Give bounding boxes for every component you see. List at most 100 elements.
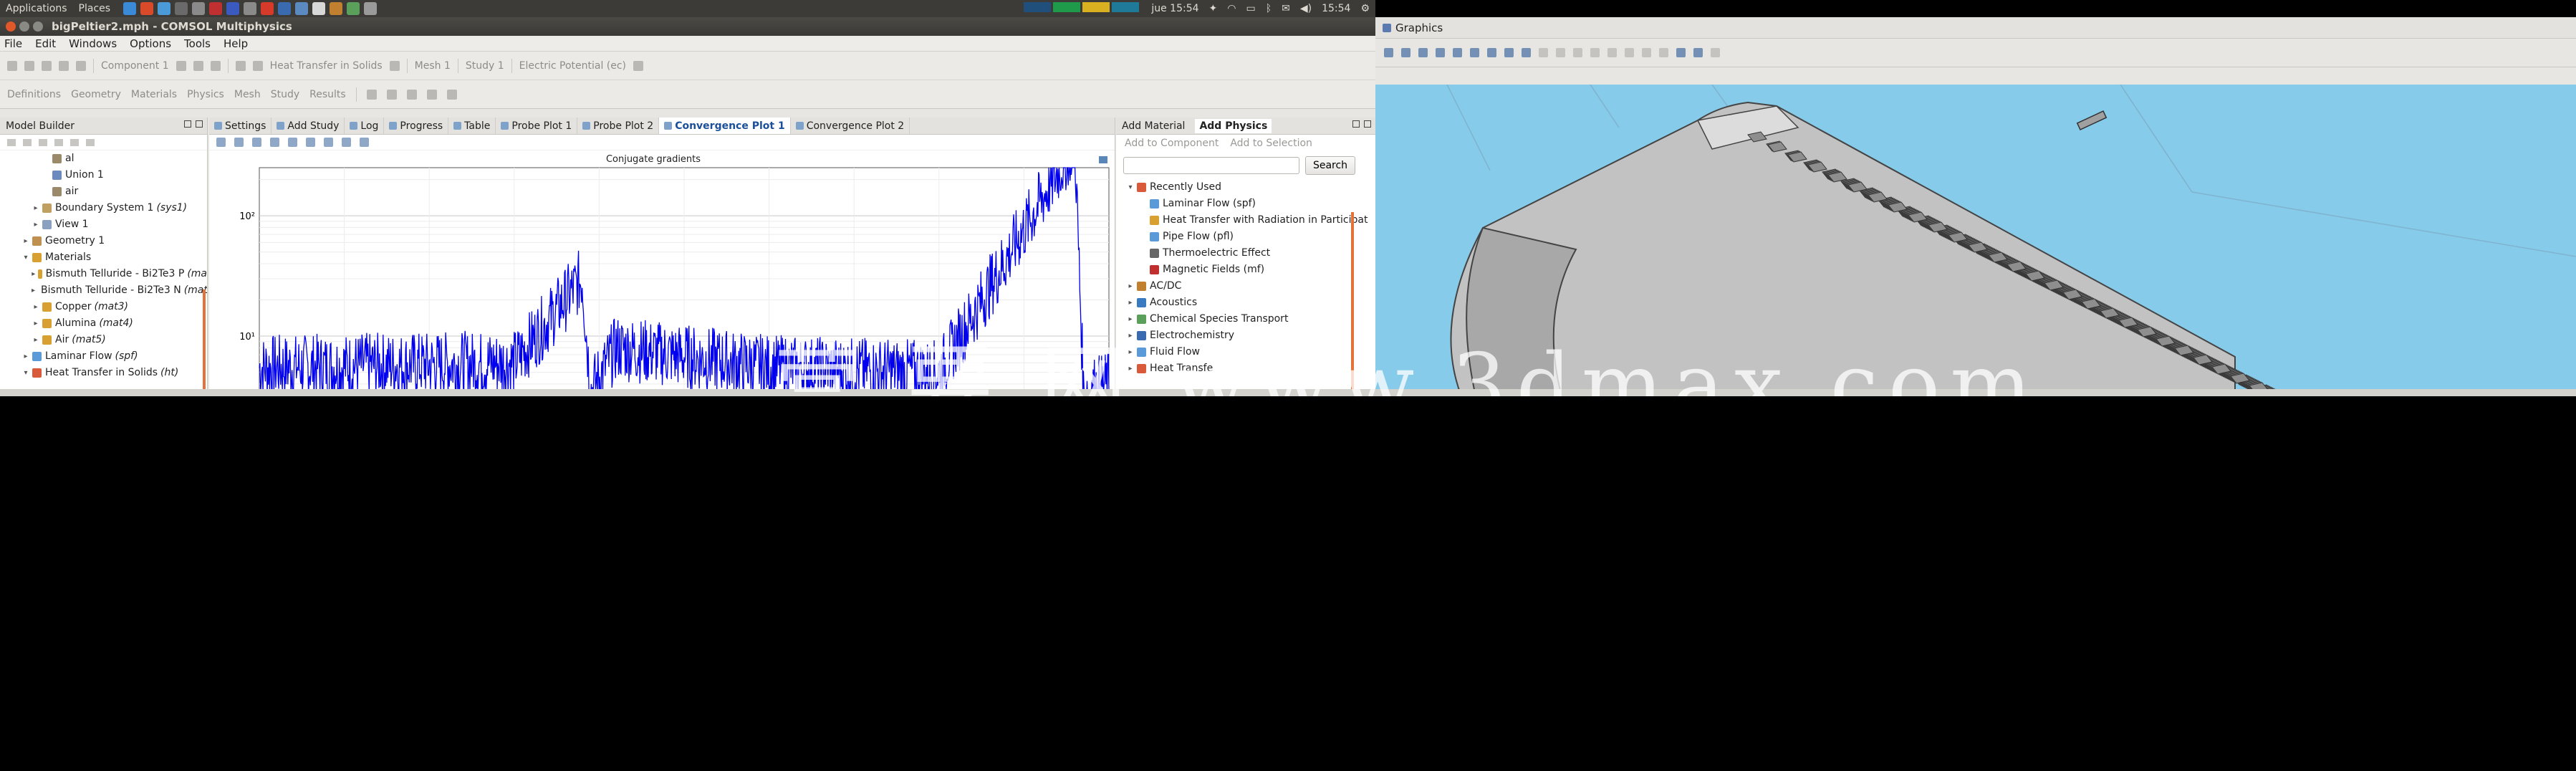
tab-convergence-plot-2[interactable]: Convergence Plot 2 — [791, 118, 910, 134]
clear-selection-icon[interactable] — [1573, 48, 1582, 57]
tree-toggle-icon[interactable]: ▸ — [32, 216, 40, 233]
zoom-box-icon[interactable] — [1418, 48, 1428, 57]
physics-search-input[interactable] — [1123, 157, 1299, 174]
pdf-icon[interactable] — [209, 2, 223, 15]
menu-help[interactable]: Help — [224, 37, 248, 50]
collapse-icon[interactable] — [54, 138, 63, 146]
mail-icon[interactable]: ✉ — [1282, 3, 1290, 14]
wifi-icon[interactable]: ◠ — [1227, 3, 1236, 14]
plot-icon[interactable] — [406, 89, 417, 100]
tree-node[interactable]: ▸ Geometry 1 — [0, 233, 207, 249]
print-icon[interactable] — [342, 138, 351, 147]
editor-icon[interactable] — [226, 2, 240, 15]
tree-node[interactable]: ▸ View 1 — [0, 216, 207, 233]
new-icon[interactable] — [7, 60, 17, 71]
zoom-in-icon[interactable] — [1384, 48, 1393, 57]
tree-toggle-icon[interactable]: ▾ — [1126, 179, 1135, 196]
undo-icon[interactable] — [59, 60, 69, 71]
physics-tree-item[interactable]: Heat Transfer with Radiation in Particip… — [1126, 212, 1375, 229]
matlab-icon[interactable] — [295, 2, 309, 15]
clock[interactable]: 15:54 — [1322, 3, 1350, 14]
tab-settings[interactable]: Settings — [209, 118, 272, 134]
build-icon[interactable] — [366, 89, 377, 100]
physics-tree-item[interactable]: ▸ AC/DC — [1126, 278, 1375, 294]
mesh-dropdown[interactable]: Mesh 1 — [415, 60, 451, 72]
transparency-icon[interactable] — [1642, 48, 1651, 57]
filter-icon[interactable] — [39, 138, 47, 146]
export-icon[interactable] — [360, 138, 369, 147]
definitions-icon[interactable] — [193, 60, 203, 71]
add-to-selection-button[interactable]: Add to Selection — [1230, 138, 1312, 149]
grid-icon[interactable] — [288, 138, 297, 147]
tree-toggle-icon[interactable]: ▸ — [32, 332, 40, 348]
files-icon[interactable] — [192, 2, 206, 15]
menu-file[interactable]: File — [4, 37, 22, 50]
terminal-icon[interactable] — [175, 2, 188, 15]
mesh-icon[interactable] — [1659, 48, 1668, 57]
zoom-selected-icon[interactable] — [1436, 48, 1445, 57]
hide-icon[interactable] — [1590, 48, 1600, 57]
tree-toggle-icon[interactable]: ▸ — [32, 315, 40, 332]
tree-node[interactable]: ▸ Boundary System 1 (sys1) — [0, 200, 207, 216]
show-icon[interactable] — [1607, 48, 1617, 57]
tree-node[interactable]: ▾ Materials — [0, 249, 207, 266]
volume-icon[interactable]: ◀) — [1300, 3, 1312, 14]
tree-toggle-icon[interactable]: ▾ — [21, 249, 30, 266]
tree-toggle-icon[interactable]: ▾ — [21, 365, 30, 381]
tree-node[interactable]: ▸ Copper (mat3) — [0, 299, 207, 315]
compute-icon[interactable] — [386, 89, 397, 100]
zoom-in-icon[interactable] — [216, 138, 226, 147]
tree-toggle-icon[interactable]: ▸ — [21, 348, 30, 365]
tab-convergence-plot-1[interactable]: Convergence Plot 1 — [659, 118, 791, 134]
tab-log[interactable]: Log — [345, 118, 385, 134]
app-launcher-icon[interactable] — [123, 2, 137, 15]
tab-add-material[interactable]: Add Material — [1122, 120, 1185, 132]
menu-edit[interactable]: Edit — [35, 37, 56, 50]
document-icon[interactable] — [312, 2, 326, 15]
tab-probe-plot-2[interactable]: Probe Plot 2 — [577, 118, 660, 134]
spreadsheet-icon[interactable] — [347, 2, 360, 15]
tree-toggle-icon[interactable]: ▸ — [1126, 278, 1135, 294]
open-icon[interactable] — [24, 60, 34, 71]
views-icon[interactable] — [1470, 48, 1479, 57]
tree-node[interactable]: air — [0, 183, 207, 200]
tree-node[interactable]: al — [0, 150, 207, 167]
axis-y-icon[interactable] — [1504, 48, 1514, 57]
ribbon-results[interactable]: Results — [309, 89, 346, 100]
search-button[interactable]: Search — [1305, 156, 1355, 175]
menu-tools[interactable]: Tools — [184, 37, 211, 50]
show-icon[interactable] — [86, 138, 95, 146]
wireframe-icon[interactable] — [1625, 48, 1634, 57]
gear-icon[interactable]: ⚙ — [1360, 3, 1370, 14]
tree-toggle-icon[interactable]: ▸ — [32, 266, 36, 282]
minimize-icon[interactable] — [1352, 120, 1360, 128]
tree-node[interactable]: ▸ Alumina (mat4) — [0, 315, 207, 332]
tree-node[interactable]: ▸ Bismuth Telluride - Bi2Te3 P (ma — [0, 266, 207, 282]
tab-add-physics[interactable]: Add Physics — [1195, 118, 1272, 133]
ribbon-definitions[interactable]: Definitions — [7, 89, 61, 100]
minimize-icon[interactable] — [19, 21, 29, 32]
tree-toggle-icon[interactable]: ▸ — [1126, 294, 1135, 311]
workspace-switcher[interactable] — [1024, 2, 1141, 15]
network-icon[interactable] — [244, 2, 257, 15]
maximize-icon[interactable] — [196, 120, 203, 128]
dropbox-icon[interactable]: ✦ — [1209, 3, 1218, 14]
menu-options[interactable]: Options — [130, 37, 171, 50]
places-menu[interactable]: Places — [73, 3, 117, 14]
maximize-icon[interactable] — [1364, 120, 1371, 128]
scrollbar[interactable] — [203, 289, 206, 396]
image-snapshot-icon[interactable] — [1693, 48, 1703, 57]
tree-node[interactable]: ▾ Heat Transfer in Solids (ht) — [0, 365, 207, 381]
minimize-icon[interactable] — [184, 120, 191, 128]
axis-z-icon[interactable] — [1522, 48, 1531, 57]
tab-add-study[interactable]: Add Study — [271, 118, 345, 134]
physics-tree-item[interactable]: ▾ Recently Used — [1126, 179, 1375, 196]
report-icon[interactable] — [446, 89, 457, 100]
tree-node[interactable]: ▸ Laminar Flow (spf) — [0, 348, 207, 365]
keyboard-icon[interactable]: ▭ — [1246, 3, 1255, 14]
lock-icon[interactable] — [324, 138, 333, 147]
tray-date[interactable]: jue 15:54 — [1151, 3, 1198, 14]
forward-icon[interactable] — [23, 138, 32, 146]
ribbon-study[interactable]: Study — [271, 89, 299, 100]
selection-icon[interactable] — [252, 60, 263, 71]
